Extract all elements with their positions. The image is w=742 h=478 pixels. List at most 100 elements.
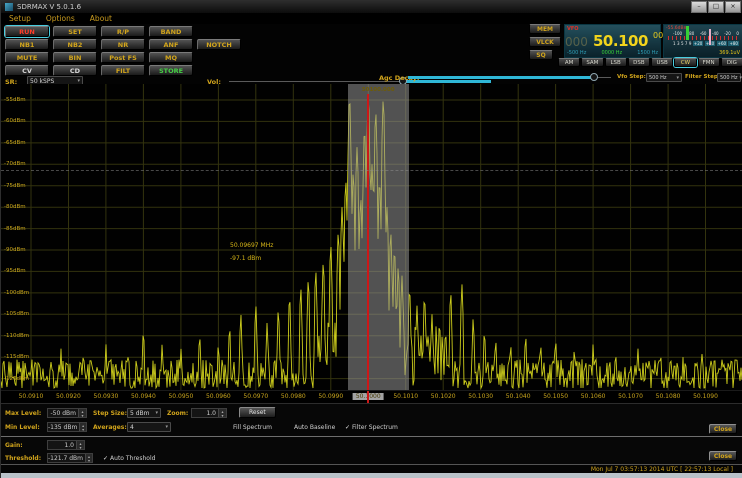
amplitude-tick-label: -80dBm bbox=[4, 204, 26, 211]
amplitude-tick-label: -55dBm bbox=[4, 97, 26, 103]
menu-setup[interactable]: Setup bbox=[9, 14, 31, 23]
frequency-tick-label: 50.1090 bbox=[693, 393, 718, 400]
anf-button[interactable]: ANF bbox=[149, 39, 193, 50]
frequency-tick-label: 50.1050 bbox=[543, 393, 569, 400]
auto-threshold-checkbox[interactable]: ✓ Auto Threshold bbox=[103, 455, 155, 462]
amplitude-tick-label: -65dBm bbox=[4, 139, 26, 146]
app-window: SDRMAX V 5.0.1.6 – □ × Setup Options About… bbox=[0, 0, 742, 478]
filter-low-edge: -500 Hz bbox=[567, 50, 587, 56]
max-level-value: -50 dBm bbox=[50, 409, 76, 417]
band-button[interactable]: BAND bbox=[149, 26, 193, 37]
mode-sam-button[interactable]: SAM bbox=[581, 58, 604, 67]
frequency-tick-label: 50.1080 bbox=[655, 393, 681, 400]
meter-tick-label: +80 bbox=[728, 41, 739, 46]
mode-am-button[interactable]: AM bbox=[558, 58, 581, 67]
fill-spectrum-checkbox[interactable]: Fill Spectrum bbox=[233, 424, 272, 431]
zoom-spinner-icon[interactable] bbox=[218, 409, 226, 417]
notch-button[interactable]: NOTCH bbox=[197, 39, 241, 50]
filt-button[interactable]: FILT bbox=[101, 65, 145, 76]
mem-button[interactable]: MEM bbox=[529, 24, 561, 34]
vfo-step-value: 500 Hz bbox=[649, 74, 667, 81]
set-button[interactable]: SET bbox=[53, 26, 97, 37]
min-level-spinner-icon[interactable] bbox=[79, 423, 86, 431]
frequency-tick-label: 50.0930 bbox=[93, 393, 119, 400]
meter-tick-label: 9 bbox=[688, 41, 692, 46]
gain-input[interactable]: 1.0 bbox=[47, 440, 85, 450]
mq-button[interactable]: MQ bbox=[149, 52, 193, 63]
nb2-button[interactable]: NB2 bbox=[53, 39, 97, 50]
threshold-input[interactable]: -121.7 dBm bbox=[47, 453, 93, 463]
store-button[interactable]: STORE bbox=[149, 65, 193, 76]
menu-options[interactable]: Options bbox=[46, 14, 75, 23]
threshold-spinner-icon[interactable] bbox=[85, 454, 92, 462]
mode-usb-button[interactable]: USB bbox=[651, 58, 674, 67]
spectrum-close-button[interactable]: Close bbox=[709, 424, 737, 434]
mode-dig-button[interactable]: DIG bbox=[720, 58, 742, 67]
mode-cw-button[interactable]: CW bbox=[674, 58, 697, 67]
gain-spinner-icon[interactable] bbox=[76, 441, 84, 449]
frequency-tick-label: 50.1010 bbox=[393, 393, 419, 400]
frequency-tick-label: 50.0920 bbox=[56, 393, 81, 400]
reset-button[interactable]: Reset bbox=[239, 407, 276, 418]
sq-button[interactable]: SQ bbox=[529, 50, 553, 60]
zoom-input[interactable]: 1.0 bbox=[191, 408, 227, 418]
window-title: SDRMAX V 5.0.1.6 bbox=[17, 2, 82, 11]
frequency-tick-label: 50.0950 bbox=[168, 393, 194, 400]
tune-offset: 0000 Hz bbox=[601, 50, 623, 56]
mute-button[interactable]: MUTE bbox=[5, 52, 49, 63]
menu-about[interactable]: About bbox=[90, 14, 112, 23]
amplitude-tick-label: -95dBm bbox=[4, 268, 26, 275]
frequency-digits: 000 50.100 000.0 bbox=[565, 31, 676, 50]
agc-decay-slider[interactable] bbox=[408, 73, 611, 82]
post-fs-button[interactable]: Post FS bbox=[101, 52, 145, 63]
mode-lsb-button[interactable]: LSB bbox=[604, 58, 627, 67]
s-meter-needle bbox=[709, 29, 711, 45]
threshold-close-button[interactable]: Close bbox=[709, 451, 737, 461]
amplitude-tick-label: -75dBm bbox=[4, 182, 26, 189]
vlck-button[interactable]: VLCK bbox=[529, 37, 561, 47]
amplitude-tick-label: -105dBm bbox=[4, 311, 30, 318]
max-level-spinner-icon[interactable] bbox=[78, 409, 86, 417]
meter-tick-label: 3 bbox=[676, 41, 680, 46]
max-level-input[interactable]: -50 dBm bbox=[47, 408, 87, 418]
filter-passband-overlay[interactable]: 50100.000 bbox=[347, 84, 409, 390]
s-meter-scale-bottom: 13579+20+40+60+80 bbox=[673, 41, 739, 46]
mode-dsb-button[interactable]: DSB bbox=[627, 58, 650, 67]
bin-button[interactable]: BIN bbox=[53, 52, 97, 63]
meter-tick-label: 1 bbox=[673, 41, 676, 46]
spectrum-display[interactable]: 50100.000 -55dBm -60dBm -65dBm -70dBm -75dBm… bbox=[1, 84, 742, 403]
cursor-readout: 50.09697 MHz -97.1 dBm bbox=[230, 239, 273, 265]
run-button[interactable]: RUN bbox=[5, 26, 49, 37]
frequency-display[interactable]: VFO 000 50.100 000.0 -500 Hz 0000 Hz 150… bbox=[564, 24, 676, 58]
amplitude-tick-label: -85dBm bbox=[4, 225, 26, 232]
auto-baseline-checkbox[interactable]: Auto Baseline bbox=[294, 424, 335, 431]
averages-select[interactable]: 4 bbox=[127, 422, 171, 432]
close-icon[interactable]: × bbox=[725, 0, 741, 13]
title-bar[interactable]: SDRMAX V 5.0.1.6 – □ × bbox=[1, 0, 742, 14]
step-size-select[interactable]: 5 dBm bbox=[127, 408, 161, 418]
agc-slider-knob[interactable] bbox=[590, 73, 598, 81]
amplitude-tick-label: -70dBm bbox=[4, 161, 26, 168]
cd-button[interactable]: CD bbox=[53, 65, 97, 76]
nb1-button[interactable]: NB1 bbox=[5, 39, 49, 50]
averages-value: 4 bbox=[130, 423, 134, 431]
filter-step-select[interactable]: 500 Hz bbox=[717, 73, 741, 82]
min-level-input[interactable]: -135 dBm bbox=[47, 422, 87, 432]
mode-fmn-button[interactable]: FMN bbox=[697, 58, 720, 67]
r-p-button[interactable]: R/P bbox=[101, 26, 145, 37]
cursor-frequency: 50.09697 MHz bbox=[230, 242, 274, 249]
frequency-digits-dim: 000 bbox=[565, 35, 588, 49]
maximize-icon[interactable]: □ bbox=[708, 0, 724, 13]
tuned-frequency-line bbox=[367, 94, 370, 390]
cv-button[interactable]: CV bbox=[5, 65, 49, 76]
agc-slider-fill bbox=[408, 76, 592, 79]
filter-spectrum-checkbox[interactable]: ✓ Filter Spectrum bbox=[345, 424, 398, 431]
frequency-digits-main: 50.100 bbox=[593, 32, 648, 50]
signal-uv-readout: 369.1uV bbox=[719, 50, 740, 56]
nr-button[interactable]: NR bbox=[101, 39, 145, 50]
tuned-frequency-tick bbox=[367, 391, 370, 403]
minimize-icon[interactable]: – bbox=[691, 0, 707, 13]
vfo-step-select[interactable]: 500 Hz bbox=[646, 73, 682, 82]
s-meter: -55.6dBm -100-80-60-40-200 13579+20+40+6… bbox=[663, 24, 742, 58]
frequency-tick-label: 50.1060 bbox=[580, 393, 606, 400]
